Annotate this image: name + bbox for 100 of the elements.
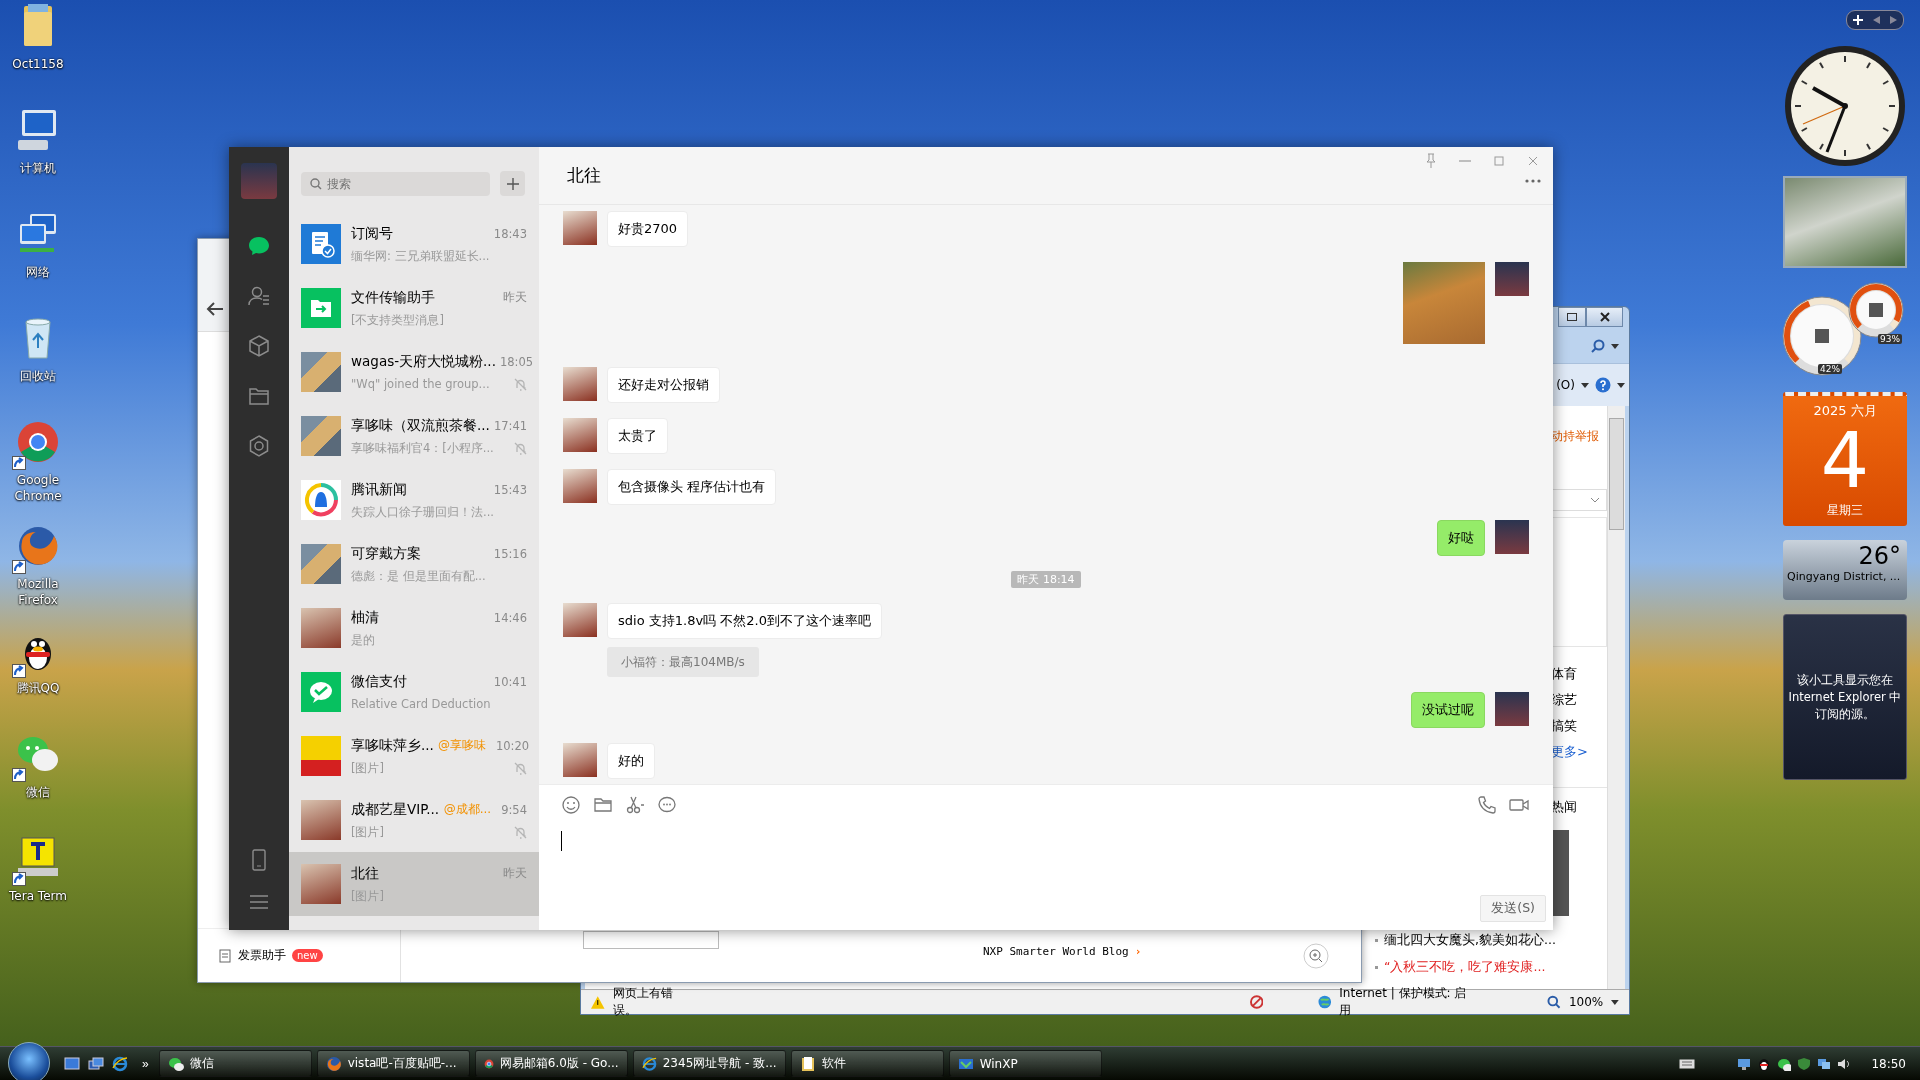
icon-label[interactable]: Tera Term xyxy=(3,888,73,904)
message-preview: Relative Card Deduction xyxy=(351,697,491,711)
chat-list-item[interactable]: 成都艺星VIP... @成都... 9:54 [图片] xyxy=(289,788,539,852)
taskbar-button[interactable]: 网易邮箱6.0版 - Go... xyxy=(474,1050,628,1077)
taskbar-button[interactable]: 软件 xyxy=(790,1050,944,1077)
overflow-button[interactable]: » xyxy=(142,1056,149,1071)
close-button[interactable] xyxy=(1586,307,1623,327)
show-desktop-icon[interactable] xyxy=(64,1056,80,1071)
taskbar-button[interactable]: vista吧-百度贴吧-... xyxy=(316,1050,470,1077)
chat-name: 微信支付 xyxy=(351,673,407,691)
gauge-reading: 93% xyxy=(1878,334,1902,344)
folder-icon[interactable] xyxy=(593,795,613,815)
help-icon[interactable] xyxy=(1595,377,1611,393)
sidebar-link[interactable]: 发票助手 xyxy=(238,947,286,964)
channel-link[interactable]: 体育 xyxy=(1551,661,1607,687)
weather-gadget[interactable]: 26° Qingyang District, ... xyxy=(1783,540,1907,600)
zoom-level[interactable]: 100% xyxy=(1568,995,1604,1009)
dropdown-arrow-icon[interactable] xyxy=(1581,382,1589,388)
next-icon[interactable] xyxy=(1890,16,1897,24)
chat-list-item[interactable]: 柚清 14:46 是的 xyxy=(289,596,539,660)
chat-list-item[interactable]: 微信支付 10:41 Relative Card Deduction xyxy=(289,660,539,724)
plus-icon[interactable] xyxy=(1853,15,1863,25)
scrollbar[interactable] xyxy=(1607,406,1625,989)
message-preview: 德彪：是 但是里面有配... xyxy=(351,568,486,584)
message-bubble: 还好走对公报销 xyxy=(607,367,720,403)
chat-name: 享哆味（双流煎茶餐... xyxy=(351,416,490,435)
chat-icon[interactable] xyxy=(247,234,271,258)
monitor-icon[interactable] xyxy=(1737,1056,1752,1071)
zoom-icon[interactable] xyxy=(1547,995,1561,1009)
dropdown-arrow-icon[interactable] xyxy=(1611,999,1619,1005)
document-check-icon xyxy=(301,224,341,264)
browser-icon xyxy=(641,1055,657,1072)
chat-bubble-icon[interactable] xyxy=(657,795,677,815)
icon-label[interactable]: 网络 xyxy=(3,264,73,280)
more-link[interactable]: 更多> xyxy=(1551,739,1607,765)
previous-icon[interactable] xyxy=(1873,16,1880,24)
chat-name: 北往 xyxy=(351,864,379,883)
zoom-in-icon[interactable] xyxy=(1303,942,1329,969)
status-error[interactable]: 网页上有错误。 xyxy=(612,985,694,1019)
chat-list-item[interactable]: 享哆味萍乡... @享哆味 10:20 [图片] xyxy=(289,724,539,788)
search-icon xyxy=(310,177,322,190)
chat-list-item[interactable]: wagas-天府大悦城粉... 18:05 "Wq" joined the group... xyxy=(289,340,539,404)
avatar-placeholder[interactable] xyxy=(563,603,597,637)
chat-bubbles-icon[interactable] xyxy=(1777,1056,1792,1071)
avatar-placeholder[interactable] xyxy=(563,211,597,245)
taskbar-button[interactable]: WinXP xyxy=(948,1050,1102,1077)
chat-list-item[interactable]: 文件传输助手 昨天 [不支持类型消息] xyxy=(289,276,539,340)
headline-link[interactable]: 缅北四大女魔头,貌美如花心... xyxy=(1384,932,1556,949)
chat-list-item[interactable]: 订阅号 18:43 缅华网: 三兄弟联盟延长... xyxy=(289,212,539,276)
search-field[interactable]: 搜索 xyxy=(301,171,490,196)
chat-bubbles-icon xyxy=(167,1055,184,1072)
browser-icon[interactable] xyxy=(112,1055,128,1072)
avatar-placeholder xyxy=(301,800,341,840)
avatar-placeholder[interactable] xyxy=(563,469,597,503)
keyboard-icon[interactable] xyxy=(1679,1057,1696,1070)
avatar-placeholder[interactable] xyxy=(563,743,597,777)
network-icon[interactable] xyxy=(1817,1056,1832,1071)
start-button[interactable] xyxy=(8,1042,50,1080)
back-arrow-icon[interactable] xyxy=(206,301,224,317)
blog-link[interactable]: NXP Smarter World Blog xyxy=(983,945,1129,958)
tools-menu[interactable]: (O) xyxy=(1556,378,1575,392)
emoji-icon[interactable] xyxy=(561,795,581,815)
phone-call-icon[interactable] xyxy=(1477,795,1497,815)
dropdown-arrow-icon[interactable] xyxy=(1611,343,1619,349)
shield-icon[interactable] xyxy=(1797,1056,1812,1071)
calendar-month: 2025 六月 xyxy=(1813,402,1877,420)
contact-icon[interactable] xyxy=(247,284,271,308)
chat-list-item[interactable]: 可穿戴方案 15:16 德彪：是 但是里面有配... xyxy=(289,532,539,596)
more-icon[interactable] xyxy=(1525,179,1541,183)
search-icon[interactable] xyxy=(1591,339,1605,353)
headline-link[interactable]: “入秋三不吃，吃了难安康... xyxy=(1384,959,1546,976)
icon-label[interactable]: 计算机 xyxy=(3,160,73,176)
taskbar-button[interactable]: 2345网址导航 - 致... xyxy=(632,1050,786,1077)
send-button[interactable]: 发送(S) xyxy=(1480,895,1546,922)
chat-list-item[interactable]: 享哆味（双流煎茶餐... 17:41 享哆味福利官4：[小程序... xyxy=(289,404,539,468)
penguin-icon[interactable] xyxy=(1757,1056,1772,1071)
taskbar-button[interactable]: 微信 xyxy=(158,1050,312,1077)
icon-label[interactable]: Oct1158 xyxy=(3,56,73,72)
menu-icon[interactable] xyxy=(250,895,268,909)
channel-link[interactable]: 搞笑 xyxy=(1551,713,1607,739)
switch-windows-icon[interactable] xyxy=(88,1056,104,1071)
cube-icon[interactable] xyxy=(247,334,271,358)
dropdown-arrow-icon[interactable] xyxy=(1617,382,1625,388)
taskbar-clock[interactable]: 18:50 xyxy=(1871,1056,1906,1071)
aperture-icon[interactable] xyxy=(247,434,271,458)
chevron-icon: › xyxy=(1134,945,1142,958)
maximize-button[interactable] xyxy=(1558,307,1586,327)
avatar-placeholder[interactable] xyxy=(563,418,597,452)
scissors-icon[interactable] xyxy=(625,795,645,815)
feed-gadget[interactable]: 该小工具显示您在 Internet Explorer 中订阅的源。 xyxy=(1783,614,1907,780)
chat-time: 10:41 xyxy=(493,675,527,689)
calendar-gadget[interactable]: 2025 六月 4 星期三 xyxy=(1783,392,1907,526)
message-bubble: sdio 支持1.8v吗 不然2.0到不了这个速率吧 xyxy=(607,603,882,639)
chat-list-item[interactable]: 腾讯新闻 15:43 失踪人口徐子珊回归！法... xyxy=(289,468,539,532)
chat-name: 文件传输助手 xyxy=(351,288,435,307)
phone-icon[interactable] xyxy=(252,849,266,871)
volume-icon[interactable] xyxy=(1837,1056,1852,1071)
add-button[interactable] xyxy=(500,171,525,196)
avatar-placeholder[interactable] xyxy=(563,367,597,401)
chat-time: 昨天 xyxy=(503,290,527,305)
